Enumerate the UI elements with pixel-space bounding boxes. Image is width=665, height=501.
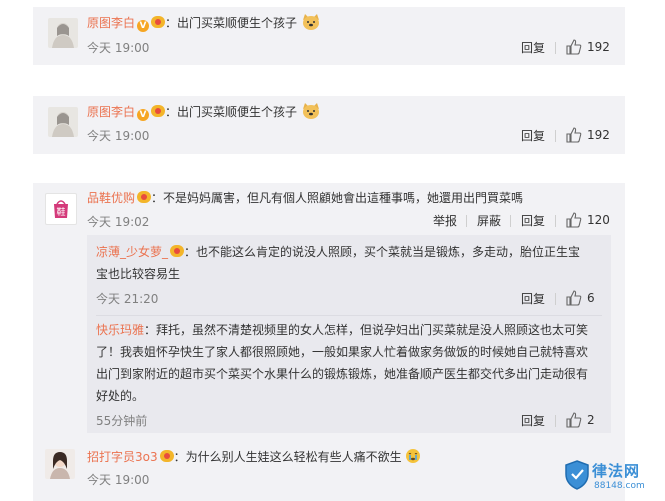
reply-button[interactable]: 回复 (521, 292, 545, 306)
reply-button[interactable]: 回复 (521, 214, 545, 228)
divider (555, 415, 556, 427)
member-icon (159, 450, 174, 462)
doge-emoji-icon (302, 103, 319, 119)
avatar[interactable] (48, 107, 78, 137)
like-button[interactable]: 6 (566, 290, 595, 306)
username[interactable]: 凉薄_少女萝_ (96, 245, 168, 259)
thumbs-up-icon (566, 39, 582, 55)
like-button[interactable]: 120 (566, 212, 610, 228)
avatar[interactable] (48, 18, 78, 48)
username[interactable]: 品鞋优购 (87, 191, 135, 205)
member-icon (151, 16, 166, 28)
report-button[interactable]: 举报 (433, 214, 457, 228)
verified-icon: V (137, 20, 150, 32)
doge-emoji-icon (302, 14, 319, 30)
watermark-url: 88148.com (594, 481, 645, 491)
comment-text: 品鞋优购 ：不是妈妈厲害，但凡有個人照顧她會出這種事嗎，她還用出門買菜嗎 (87, 191, 524, 205)
like-button[interactable]: 192 (566, 127, 610, 143)
member-icon (151, 105, 166, 117)
divider (555, 215, 556, 227)
divider (555, 42, 556, 54)
like-button[interactable]: 2 (566, 412, 595, 428)
username[interactable]: 原图李白 (87, 16, 135, 30)
divider (96, 315, 602, 316)
thumbs-up-icon (566, 290, 582, 306)
avatar[interactable]: 鞋 (45, 193, 77, 225)
comment-body: 出门买菜顺便生个孩子 (177, 16, 298, 30)
member-icon (170, 245, 185, 257)
reply-text: 了！我表姐怀孕快生了家人都很照顾她，一般如果家人忙着做家务做饭的时候她自己就特喜… (96, 345, 589, 359)
username[interactable]: 招打字员3o3 (87, 450, 158, 464)
comment-body: 不是妈妈厲害，但凡有個人照顧她會出這種事嗎，她還用出門買菜嗎 (163, 191, 524, 205)
reply-text: 好处的。 (96, 389, 145, 403)
watermark: 律法网 88148.com (562, 458, 662, 498)
reply-text: 凉薄_少女萝_ ：也不能这么肯定的说没人照顾，买个菜就当是锻炼，多走动，胎位正生宝 (96, 245, 581, 259)
timestamp: 今天 21:20 (96, 292, 159, 306)
like-count: 192 (587, 40, 610, 54)
timestamp: 今天 19:00 (87, 473, 150, 487)
timestamp: 今天 19:00 (87, 129, 150, 143)
crying-emoji-icon (406, 449, 421, 463)
comment-body: 出门买菜顺便生个孩子 (177, 105, 298, 119)
shield-logo-icon (565, 460, 589, 490)
verified-icon: V (137, 109, 150, 121)
block-button[interactable]: 屏蔽 (477, 214, 501, 228)
member-icon (137, 191, 152, 203)
timestamp: 今天 19:00 (87, 41, 150, 55)
divider (555, 293, 556, 305)
divider (510, 215, 511, 227)
avatar[interactable] (45, 449, 75, 479)
comment-text: 招打字员3o3 ：为什么别人生娃这么轻松有些人痛不欲生 (87, 448, 421, 466)
username[interactable]: 原图李白 (87, 105, 135, 119)
thumbs-up-icon (566, 212, 582, 228)
timestamp: 今天 19:02 (87, 215, 150, 229)
comment-text: 原图李白 V ：出门买菜顺便生个孩子 (87, 103, 321, 121)
svg-text:鞋: 鞋 (56, 206, 65, 218)
like-count: 192 (587, 128, 610, 142)
comment-text: 原图李白 V ：出门买菜顺便生个孩子 (87, 14, 321, 32)
reply-text: 宝也比较容易生 (96, 267, 181, 281)
username[interactable]: 快乐玛雅 (96, 323, 144, 337)
timestamp: 55分钟前 (96, 414, 148, 428)
divider (466, 215, 467, 227)
like-count: 2 (587, 413, 595, 427)
reply-button[interactable]: 回复 (521, 129, 545, 143)
reply-text: 出门到家附近的超市买个菜买个水果什么的锻炼锻炼，她准备顺产医生都交代多出门走动很… (96, 367, 589, 381)
watermark-brand: 律法网 (592, 462, 641, 480)
reply-text: 快乐玛雅：拜托，虽然不清楚视频里的女人怎样，但说孕妇出门买菜就是没人照顾这也太可… (96, 323, 589, 337)
like-count: 6 (587, 291, 595, 305)
reply-button[interactable]: 回复 (521, 41, 545, 55)
thumbs-up-icon (566, 127, 582, 143)
comment-body: 为什么别人生娃这么轻松有些人痛不欲生 (185, 450, 402, 464)
reply-button[interactable]: 回复 (521, 414, 545, 428)
like-count: 120 (587, 213, 610, 227)
divider (555, 130, 556, 142)
like-button[interactable]: 192 (566, 39, 610, 55)
thumbs-up-icon (566, 412, 582, 428)
